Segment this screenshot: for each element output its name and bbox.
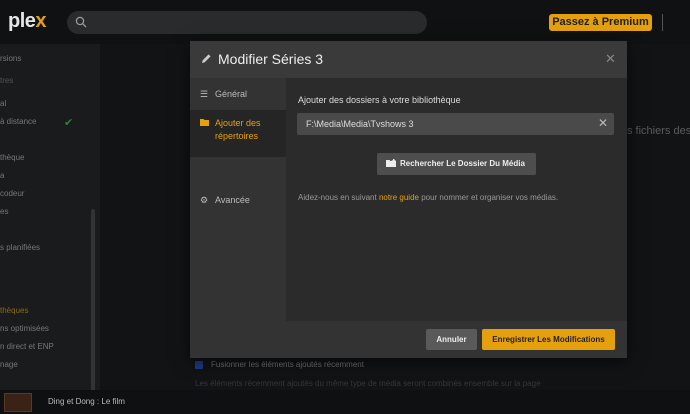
sidebar-item[interactable]: es — [0, 207, 8, 216]
modal-nav: ☰ Général Ajouter des répertoires ⚙ Avan… — [190, 78, 286, 321]
folder-path-input[interactable] — [297, 113, 614, 135]
gear-icon: ⚙ — [200, 195, 209, 205]
sidebar-item[interactable]: à distance — [0, 117, 36, 126]
sidebar-item[interactable]: n direct et ENP — [0, 342, 54, 351]
sidebar-item[interactable]: ns optimisées — [0, 324, 49, 333]
sidebar-scrollbar[interactable] — [91, 209, 95, 394]
close-icon[interactable]: ✕ — [598, 116, 608, 130]
now-playing-thumbnail[interactable] — [4, 393, 32, 412]
cancel-button[interactable]: Annuler — [426, 329, 477, 350]
sidebar-item[interactable]: codeur — [0, 189, 24, 198]
sidebar-item-active[interactable]: thèques — [0, 306, 28, 315]
close-icon[interactable]: ✕ — [605, 51, 616, 67]
premium-button[interactable]: Passez à Premium — [549, 14, 652, 31]
guide-link[interactable]: notre guide — [379, 193, 419, 202]
nav-advanced[interactable]: ⚙ Avancée — [190, 194, 286, 214]
sidebar-item[interactable]: rsions — [0, 54, 21, 63]
sidebar-item[interactable]: nage — [0, 360, 18, 369]
sliders-icon: ☰ — [200, 89, 209, 99]
modal-header: Modifier Séries 3 ✕ — [190, 41, 627, 78]
sidebar-item[interactable]: thèque — [0, 153, 24, 162]
edit-library-modal: Modifier Séries 3 ✕ ☰ Général Ajouter de… — [190, 41, 627, 358]
modal-content: Ajouter des dossiers à votre bibliothèqu… — [286, 78, 627, 321]
top-bar: plex Passez à Premium — [0, 0, 690, 44]
divider — [662, 14, 663, 31]
pencil-icon — [202, 54, 211, 63]
nav-add-folders[interactable]: Ajouter des répertoires — [190, 110, 286, 157]
plex-logo[interactable]: plex — [8, 10, 47, 33]
help-text: Aidez-nous en suivant notre guide pour n… — [298, 193, 559, 202]
nav-general[interactable]: ☰ Général — [190, 88, 286, 108]
save-button[interactable]: Enregistrer Les Modifications — [482, 329, 615, 350]
sidebar-item[interactable]: a — [0, 171, 4, 180]
section-heading: Ajouter des dossiers à votre bibliothèqu… — [298, 95, 461, 105]
folder-open-icon — [200, 118, 210, 129]
modal-footer: Annuler Enregistrer Les Modifications — [190, 321, 627, 358]
folder-plus-icon — [386, 159, 396, 167]
browse-folder-button[interactable]: Rechercher Le Dossier Du Média — [377, 153, 536, 175]
modal-title: Modifier Séries 3 — [218, 51, 324, 67]
now-playing-title[interactable]: Ding et Dong : Le film — [48, 397, 125, 406]
sidebar-item: tres — [0, 76, 14, 85]
check-icon: ✔ — [64, 117, 74, 129]
sidebar-item[interactable]: al — [0, 99, 6, 108]
search-icon — [75, 16, 87, 28]
search-input[interactable] — [67, 11, 427, 34]
player-bar: Ding et Dong : Le film — [0, 390, 690, 414]
sidebar: rsions tres al à distance thèque a codeu… — [0, 44, 100, 394]
sidebar-item[interactable]: s planifiées — [0, 243, 40, 252]
